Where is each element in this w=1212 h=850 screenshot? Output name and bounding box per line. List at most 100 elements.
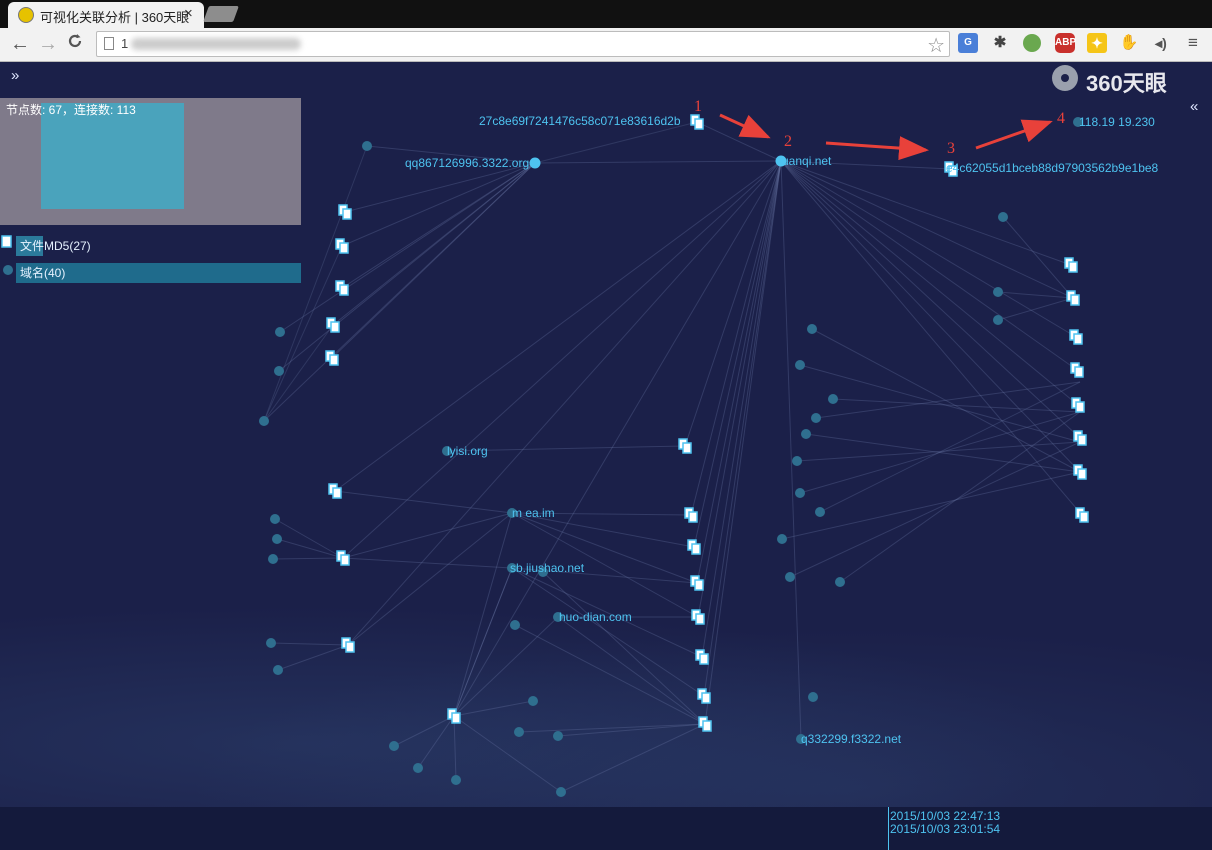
domain-node[interactable] [451,775,461,785]
domain-node[interactable] [795,488,805,498]
glove-extension-icon[interactable]: ✋ [1119,33,1139,53]
domain-node[interactable] [811,413,821,423]
bug-extension-icon[interactable]: ✱ [990,33,1010,53]
annotation-number: 3 [947,140,955,157]
tab-active[interactable]: 可视化关联分析 | 360天眼 × [8,2,204,28]
forward-button[interactable]: → [38,32,58,56]
graph-edge [347,512,513,646]
node-label-sb[interactable]: sb.jiushao.net [510,561,585,575]
collapse-panel-button[interactable]: « [1190,98,1198,115]
node-label-ip[interactable]: 118.19 19.230 [1079,115,1155,129]
domain-node[interactable] [998,212,1008,222]
timeline-bar[interactable]: 2015/10/03 22:47:13 2015/10/03 23:01:54 [0,807,1212,850]
file-node-icon[interactable] [336,550,350,566]
node-label-hub[interactable]: uanqi.net [782,154,832,168]
translate-extension-icon[interactable]: G [958,33,978,53]
file-node-icon[interactable] [328,483,342,499]
domain-node[interactable] [815,507,825,517]
file-node-icon[interactable] [690,575,704,591]
domain-node[interactable] [413,763,423,773]
domain-node[interactable] [268,554,278,564]
file-node-icon[interactable] [335,238,349,254]
domain-node[interactable] [362,141,372,151]
file-node-icon[interactable] [1073,430,1087,446]
domain-node[interactable] [510,620,520,630]
graph-edge [514,624,706,725]
adblock-icon[interactable]: ABP [1055,33,1076,53]
minimap-viewport[interactable] [41,103,184,209]
file-node-icon[interactable] [1064,257,1078,273]
domain-node[interactable] [835,577,845,587]
file-node-icon[interactable] [1070,362,1084,378]
graph-edge [453,567,513,717]
domain-node[interactable] [828,394,838,404]
domain-node[interactable] [795,360,805,370]
address-bar[interactable]: 1 ☆ [96,31,950,57]
file-node-icon[interactable] [1075,507,1089,523]
file-node-icon[interactable] [325,350,339,366]
legend-domain-label: 域名(40) [20,266,66,280]
domain-node[interactable] [275,327,285,337]
reload-button[interactable] [66,32,84,56]
file-node-icon[interactable] [678,438,692,454]
domain-node[interactable] [808,692,818,702]
file-node-icon[interactable] [687,539,701,555]
new-tab-button[interactable] [203,6,239,22]
speaker-extension-icon[interactable]: ◂) [1151,33,1171,53]
domain-node[interactable] [993,315,1003,325]
node-label-q332[interactable]: q332299.f3322.net [801,732,902,746]
legend-file-md5-label: 文件MD5(27) [20,239,91,253]
timeline-cursor[interactable] [888,807,889,850]
domain-node[interactable] [259,416,269,426]
domain-node[interactable] [777,534,787,544]
domain-node[interactable] [553,731,563,741]
legend-file-md5[interactable]: 文件MD5(27) [16,236,91,256]
domain-node[interactable] [807,324,817,334]
domain-node[interactable] [801,429,811,439]
graph-edge [780,160,1081,439]
node-label-md5a[interactable]: 27c8e69f7241476c58c071e83616d2b [479,114,681,128]
browser-chrome: 可视化关联分析 | 360天眼 × ← → 1 ☆ G ✱ ABP ✦ ✋ ◂)… [0,0,1212,62]
domain-node[interactable] [266,638,276,648]
domain-node[interactable] [514,727,524,737]
domain-node[interactable] [993,287,1003,297]
legend-domain[interactable]: 域名(40) [16,263,301,283]
file-node-icon[interactable] [684,507,698,523]
node-label-qq[interactable]: qq867126996.3322.org [405,156,529,170]
file-node-icon[interactable] [1069,329,1083,345]
file-node-icon[interactable] [695,649,709,665]
file-node-icon[interactable] [1066,290,1080,306]
file-node-icon[interactable] [697,688,711,704]
back-button[interactable]: ← [10,32,30,56]
node-label-huo[interactable]: huo-dian.com [559,610,632,624]
graph-edge [334,160,782,492]
file-node-icon[interactable] [690,114,704,130]
bookmark-star-icon[interactable]: ☆ [927,33,945,58]
domain-node[interactable] [273,665,283,675]
domain-node-qq[interactable] [529,157,541,169]
file-node-icon[interactable] [335,280,349,296]
file-node-icon[interactable] [1071,397,1085,413]
domain-node[interactable] [272,534,282,544]
circle-extension-icon[interactable] [1023,34,1041,52]
domain-node[interactable] [792,456,802,466]
domain-node[interactable] [528,696,538,706]
file-node-icon[interactable] [698,716,712,732]
tab-close-button[interactable]: × [184,5,193,22]
node-label-lyisi[interactable]: lyisi.org [447,444,488,458]
domain-node[interactable] [274,366,284,376]
expand-panel-button[interactable]: » [11,67,19,84]
domain-node[interactable] [556,787,566,797]
minimap[interactable]: 节点数: 67，连接数: 113 [0,98,301,225]
file-node-icon[interactable] [447,708,461,724]
graph-edge [270,642,349,646]
domain-node[interactable] [270,514,280,524]
domain-node[interactable] [785,572,795,582]
node-label-ea[interactable]: m ea.im [512,506,555,520]
menu-icon[interactable]: ≡ [1183,33,1203,53]
file-node-icon[interactable] [1073,464,1087,480]
star-burst-extension-icon[interactable]: ✦ [1087,33,1107,53]
file-node-icon[interactable] [691,609,705,625]
domain-node[interactable] [389,741,399,751]
node-label-md5b[interactable]: e4c62055d1bceb88d97903562b9e1be8 [946,161,1159,175]
